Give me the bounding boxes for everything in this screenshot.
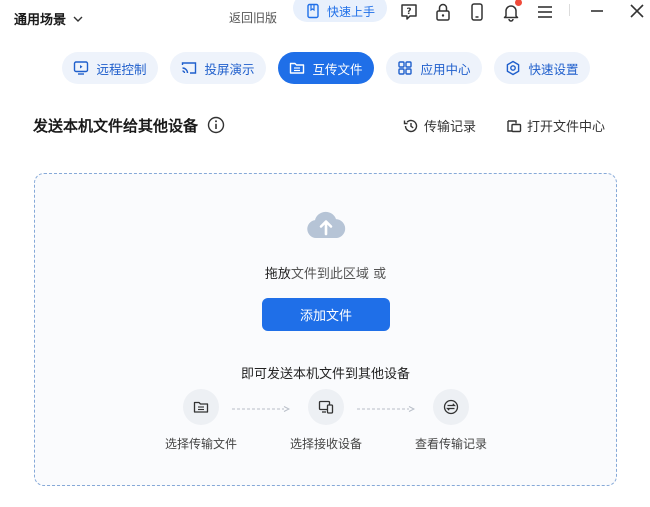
quick-start-label: 快速上手 xyxy=(326,4,375,19)
tab-screen-cast[interactable]: 投屏演示 xyxy=(170,52,266,84)
drag-hint-or: 或 xyxy=(373,267,387,282)
lock-icon[interactable] xyxy=(431,0,455,24)
monitor-icon xyxy=(74,61,89,75)
svg-text:?: ? xyxy=(406,7,411,17)
open-file-center-label: 打开文件中心 xyxy=(527,120,606,135)
history-icon xyxy=(403,119,418,132)
step-label: 查看传输记录 xyxy=(414,437,487,451)
folder-icon xyxy=(290,62,305,74)
cast-icon xyxy=(182,62,197,74)
tab-label: 互传文件 xyxy=(312,61,363,77)
step-view-records: 查看传输记录 xyxy=(406,389,496,452)
grid-icon xyxy=(398,61,413,75)
scene-selector[interactable]: 通用场景 xyxy=(14,9,84,28)
chevron-down-icon xyxy=(73,16,83,22)
help-icon[interactable]: ? xyxy=(397,0,421,24)
send-hint: 即可发送本机文件到其他设备 xyxy=(240,367,410,382)
open-folder-icon xyxy=(507,119,522,132)
gear-icon xyxy=(507,60,520,76)
tab-remote-control[interactable]: 远程控制 xyxy=(62,52,158,84)
page-title: 发送本机文件给其他设备 xyxy=(33,117,199,135)
main-tabs: 远程控制 投屏演示 互传文件 应用中心 快速设置 xyxy=(0,52,650,84)
menu-icon[interactable] xyxy=(533,0,557,24)
drag-hint: 拖放文件到此区域 或 xyxy=(35,263,616,282)
back-to-old-version-link[interactable]: 返回旧版 xyxy=(229,9,277,26)
transfer-record-icon xyxy=(433,389,469,425)
close-icon[interactable] xyxy=(625,0,649,24)
file-drop-zone[interactable]: 拖放文件到此区域 或 添加文件 即可发送本机文件到其他设备 选择传输文件 选择接… xyxy=(34,173,617,486)
title-bar: 通用场景 返回旧版 快速上手 ? xyxy=(0,0,650,34)
quick-start-button[interactable]: 快速上手 xyxy=(293,0,387,22)
devices-icon xyxy=(308,389,344,425)
tab-quick-settings[interactable]: 快速设置 xyxy=(494,52,590,84)
transfer-history-link[interactable]: 传输记录 xyxy=(403,116,476,135)
minimize-icon[interactable] xyxy=(585,0,609,24)
phone-icon[interactable] xyxy=(465,0,489,24)
scene-label: 通用场景 xyxy=(14,13,67,28)
notification-badge xyxy=(514,0,523,7)
file-list-icon xyxy=(183,389,219,425)
tab-label: 远程控制 xyxy=(96,61,147,77)
open-file-center-link[interactable]: 打开文件中心 xyxy=(506,116,605,135)
info-icon[interactable] xyxy=(207,116,225,134)
titlebar-divider xyxy=(569,4,570,16)
drag-hint-strong: 拖放 xyxy=(264,267,291,282)
tab-label: 应用中心 xyxy=(420,61,471,77)
notification-bell-button[interactable] xyxy=(499,0,523,24)
tab-label: 投屏演示 xyxy=(204,61,255,77)
tab-file-transfer[interactable]: 互传文件 xyxy=(278,52,374,84)
add-file-button[interactable]: 添加文件 xyxy=(262,298,390,331)
drag-hint-rest: 文件到此区域 xyxy=(290,267,369,282)
tab-app-center[interactable]: 应用中心 xyxy=(386,52,482,84)
transfer-history-label: 传输记录 xyxy=(424,120,477,135)
step-label: 选择传输文件 xyxy=(164,437,237,451)
tab-label: 快速设置 xyxy=(528,61,579,77)
guide-icon xyxy=(307,3,319,19)
step-select-device: 选择接收设备 xyxy=(281,389,371,452)
step-select-file: 选择传输文件 xyxy=(156,389,246,452)
step-label: 选择接收设备 xyxy=(289,437,362,451)
cloud-upload-icon xyxy=(307,211,346,238)
